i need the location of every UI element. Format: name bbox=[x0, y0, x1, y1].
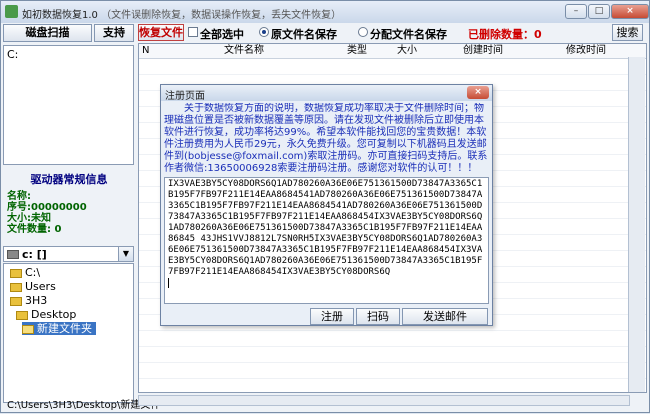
column-header-size[interactable]: 大小 bbox=[397, 44, 417, 58]
tree-item-label: Desktop bbox=[31, 308, 77, 321]
drive-select[interactable]: c: [] ▼ bbox=[3, 246, 134, 262]
deleted-count-value: 0 bbox=[534, 28, 542, 41]
folder-icon bbox=[10, 296, 22, 306]
registration-dialog: 注册页面 × 关于数据恢复方面的说明，数据恢复成功率取决于文件删除时间；物理磁盘… bbox=[160, 84, 493, 326]
deleted-count-label: 已删除数量： bbox=[468, 28, 534, 41]
tree-item-label: Users bbox=[25, 280, 56, 293]
support-button[interactable]: 支持 bbox=[94, 24, 134, 42]
toolbar: 恢复文件 全部选中 原文件名保存 分配文件名保存 已删除数量：0 搜索 bbox=[138, 24, 646, 42]
tree-item-label: 新建文件夹 bbox=[37, 322, 92, 335]
horizontal-scrollbar[interactable] bbox=[138, 395, 630, 406]
tree-item-label: C:\ bbox=[25, 266, 41, 279]
recover-files-button[interactable]: 恢复文件 bbox=[138, 24, 184, 41]
column-header-n[interactable]: N bbox=[142, 44, 149, 58]
folder-open-icon bbox=[22, 324, 34, 334]
machine-code-text: IX3VAE3BY5CY08DORS6Q1AD780260A36E06E7513… bbox=[168, 179, 483, 277]
send-email-button[interactable]: 发送邮件 bbox=[402, 308, 488, 325]
folder-icon bbox=[16, 310, 28, 320]
tree-item-label: 3H3 bbox=[25, 294, 48, 307]
dialog-title-bar: 注册页面 × bbox=[161, 85, 492, 102]
grid-line bbox=[139, 74, 646, 75]
drive-select-value: c: [] bbox=[22, 248, 47, 261]
text-caret bbox=[168, 278, 169, 288]
scan-qr-button[interactable]: 扫码 bbox=[356, 308, 400, 325]
select-all-label[interactable]: 全部选中 bbox=[200, 26, 244, 42]
grid-line bbox=[139, 330, 646, 331]
disk-scan-button[interactable]: 磁盘扫描 bbox=[3, 24, 92, 42]
column-header-modified[interactable]: 修改时间 bbox=[566, 44, 606, 58]
app-subtitle: （文件误删除恢复，数据误操作恢复，丢失文件恢复） bbox=[101, 10, 342, 21]
window-title: 如初数据恢复1.0 （文件误删除恢复，数据误操作恢复，丢失文件恢复） bbox=[22, 6, 341, 21]
column-header-type[interactable]: 类型 bbox=[347, 44, 367, 58]
keep-original-name-label[interactable]: 原文件名保存 bbox=[271, 26, 337, 42]
tree-item-c-root[interactable]: C:\ bbox=[10, 266, 40, 279]
main-window: 如初数据恢复1.0 （文件误删除恢复，数据误操作恢复，丢失文件恢复） – □ ×… bbox=[0, 0, 650, 413]
minimize-button[interactable]: – bbox=[565, 4, 587, 19]
grid-line bbox=[139, 346, 646, 347]
drive-list-item[interactable]: C: bbox=[7, 48, 18, 61]
assign-name-radio[interactable] bbox=[358, 27, 368, 37]
search-button[interactable]: 搜索 bbox=[612, 24, 643, 41]
folder-tree[interactable]: C:\ Users 3H3 Desktop 新建文件夹 bbox=[3, 263, 134, 403]
tree-item-users[interactable]: Users bbox=[10, 280, 56, 293]
column-header-created[interactable]: 创建时间 bbox=[463, 44, 503, 58]
grid-line bbox=[139, 378, 646, 379]
close-button[interactable]: × bbox=[611, 4, 649, 19]
grid-line bbox=[139, 362, 646, 363]
machine-code-field[interactable]: IX3VAE3BY5CY08DORS6Q1AD780260A36E06E7513… bbox=[164, 177, 489, 304]
maximize-button[interactable]: □ bbox=[588, 4, 610, 19]
deleted-count: 已删除数量：0 bbox=[468, 26, 542, 42]
tree-item-new-folder[interactable]: 新建文件夹 bbox=[22, 322, 96, 335]
file-count-row: 文件数量: 0 bbox=[7, 220, 61, 235]
left-panel: 磁盘扫描 支持 C: 驱动器常规信息 名称: 序号:00000000 大小:未知… bbox=[3, 23, 135, 411]
drive-list[interactable]: C: bbox=[3, 45, 134, 165]
drive-info-title: 驱动器常规信息 bbox=[30, 173, 108, 186]
file-list-header: N 文件名称 类型 大小 创建时间 修改时间 bbox=[139, 44, 646, 59]
register-button[interactable]: 注册 bbox=[310, 308, 354, 325]
assign-name-label[interactable]: 分配文件名保存 bbox=[370, 26, 447, 42]
chevron-down-icon[interactable]: ▼ bbox=[118, 247, 133, 261]
select-all-checkbox[interactable] bbox=[188, 27, 198, 37]
dialog-description: 关于数据恢复方面的说明，数据恢复成功率取决于文件删除时间；物理磁盘位置是否被新数… bbox=[164, 103, 488, 174]
tree-item-desktop[interactable]: Desktop bbox=[16, 308, 76, 321]
file-count-label: 文件数量: bbox=[7, 224, 51, 235]
folder-icon bbox=[10, 268, 22, 278]
vertical-scrollbar[interactable] bbox=[628, 57, 645, 392]
title-bar: 如初数据恢复1.0 （文件误删除恢复，数据误操作恢复，丢失文件恢复） – □ × bbox=[1, 1, 649, 23]
column-header-name[interactable]: 文件名称 bbox=[224, 44, 264, 58]
app-title: 如初数据恢复1.0 bbox=[22, 10, 98, 21]
app-icon bbox=[5, 5, 18, 18]
tree-item-3h3[interactable]: 3H3 bbox=[10, 294, 47, 307]
keep-original-name-radio[interactable] bbox=[259, 27, 269, 37]
dialog-title: 注册页面 bbox=[165, 91, 205, 102]
file-count-value: 0 bbox=[54, 224, 62, 235]
folder-icon bbox=[10, 282, 22, 292]
hard-drive-icon bbox=[7, 250, 19, 259]
dialog-close-button[interactable]: × bbox=[467, 86, 489, 99]
